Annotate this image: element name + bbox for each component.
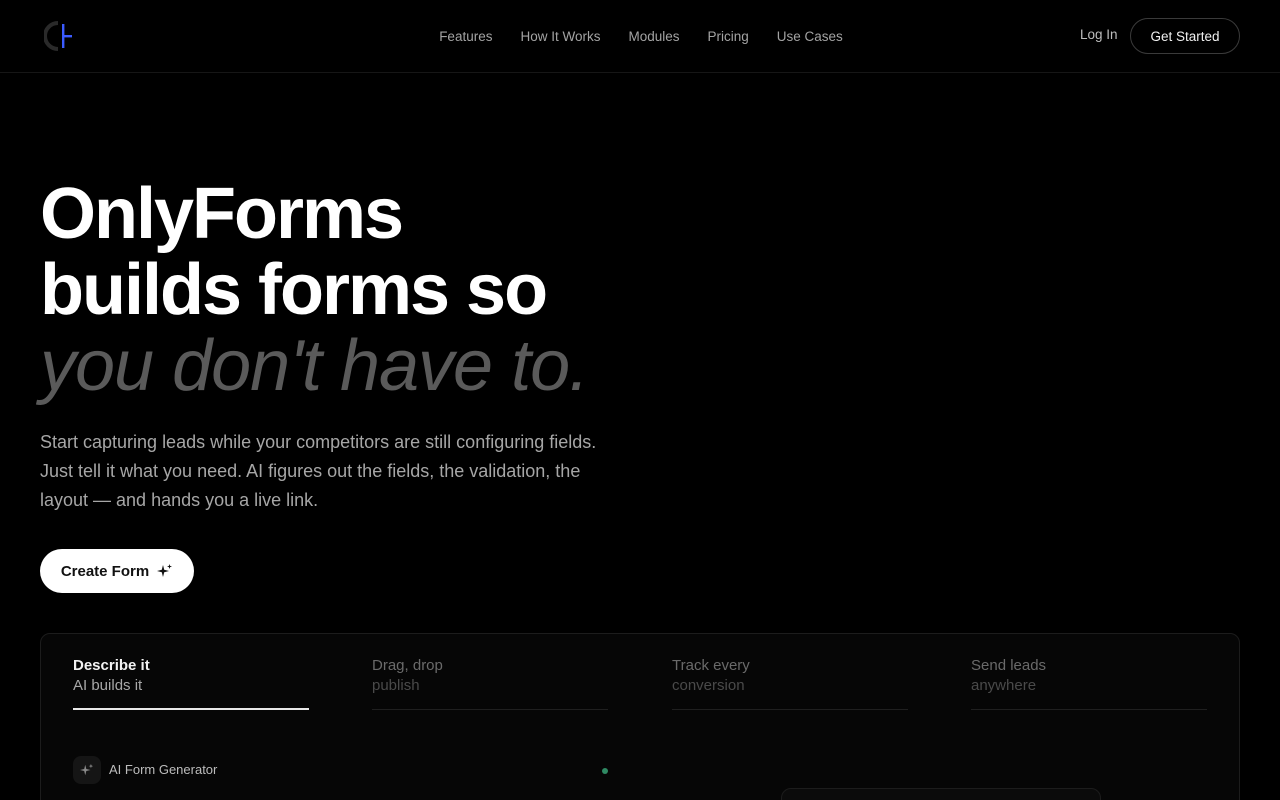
nav-modules[interactable]: Modules [628, 29, 679, 44]
tab-subtitle: AI builds it [73, 677, 143, 694]
nav-how-it-works[interactable]: How It Works [520, 29, 600, 44]
ai-generator-icon-wrap [73, 756, 101, 784]
tab-subtitle: publish [372, 677, 420, 694]
create-form-label: Create Form [60, 562, 150, 580]
tab-subtitle: anywhere [971, 677, 1037, 694]
feature-panel: Describe it AI builds it Drag, drop publ… [40, 633, 1240, 800]
tab-title: Track every [672, 657, 750, 674]
tab-subtitle: conversion [672, 677, 745, 694]
hero-subtitle: Start capturing leads while your competi… [40, 432, 597, 510]
create-form-button[interactable]: Create Form [40, 549, 194, 593]
tab-indicator [971, 709, 1207, 710]
nav-pricing[interactable]: Pricing [708, 29, 749, 44]
get-started-button[interactable]: Get Started [1130, 18, 1240, 54]
tab-title: Describe it [73, 657, 150, 674]
login-link[interactable]: Log In [1080, 27, 1118, 42]
tab-title: Send leads [971, 657, 1047, 674]
hero-title-line2: builds forms so [40, 250, 548, 330]
tab-track-conversion[interactable]: Track every conversion [672, 656, 908, 710]
tab-indicator [372, 709, 608, 710]
hero-title-line3: you don't have to. [40, 326, 589, 406]
tab-title: Drag, drop [372, 657, 443, 674]
status-dot [602, 768, 608, 774]
site-header: Features How It Works Modules Pricing Us… [0, 0, 1280, 73]
sparkle-icon [80, 763, 94, 776]
hero-title: OnlyForms builds forms so you don't have… [40, 174, 589, 406]
ai-generator-label: AI Form Generator [109, 762, 218, 777]
form-preview-card [781, 788, 1101, 800]
tab-send-leads[interactable]: Send leads anywhere [971, 656, 1207, 710]
hero-title-line1: OnlyForms [40, 174, 404, 254]
tab-drag-drop[interactable]: Drag, drop publish [372, 656, 608, 710]
tab-describe-it[interactable]: Describe it AI builds it [73, 656, 309, 710]
tab-indicator [73, 708, 309, 710]
nav-features[interactable]: Features [439, 29, 492, 44]
tab-indicator [672, 709, 908, 710]
nav-use-cases[interactable]: Use Cases [777, 29, 843, 44]
sparkle-icon [157, 564, 173, 577]
